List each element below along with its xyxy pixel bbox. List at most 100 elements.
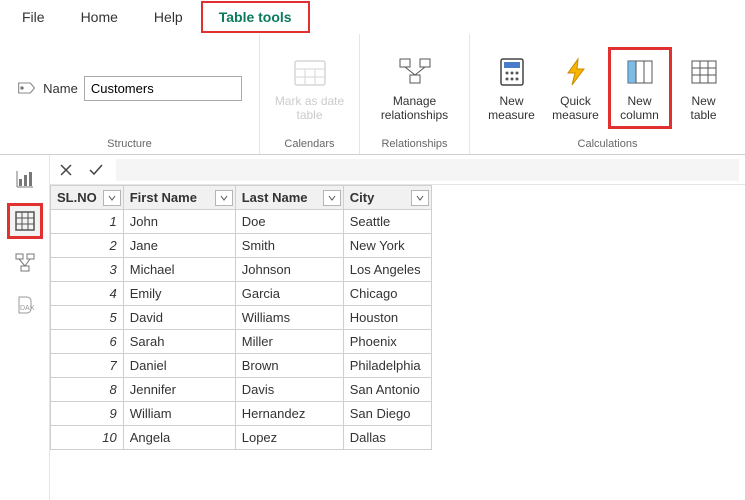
table-row[interactable]: 5DavidWilliamsHouston (51, 306, 432, 330)
table-cell[interactable]: Garcia (235, 282, 343, 306)
table-cell[interactable]: 2 (51, 234, 124, 258)
chevron-down-icon (220, 195, 228, 201)
table-row[interactable]: 6SarahMillerPhoenix (51, 330, 432, 354)
cancel-formula-button[interactable] (56, 160, 76, 180)
formula-input[interactable] (116, 159, 739, 181)
table-cell[interactable]: Jane (123, 234, 235, 258)
chevron-down-icon (416, 195, 424, 201)
table-cell[interactable]: Sarah (123, 330, 235, 354)
table-cell[interactable]: Michael (123, 258, 235, 282)
table-cell[interactable]: 5 (51, 306, 124, 330)
table-cell[interactable]: 10 (51, 426, 124, 450)
table-cell[interactable]: Houston (343, 306, 431, 330)
table-cell[interactable]: San Diego (343, 402, 431, 426)
table-row[interactable]: 8JenniferDavisSan Antonio (51, 378, 432, 402)
table-row[interactable]: 1JohnDoeSeattle (51, 210, 432, 234)
name-label: Name (43, 81, 78, 96)
table-cell[interactable]: Doe (235, 210, 343, 234)
table-cell[interactable]: Angela (123, 426, 235, 450)
table-cell[interactable]: 3 (51, 258, 124, 282)
table-cell[interactable]: David (123, 306, 235, 330)
table-row[interactable]: 7DanielBrownPhiladelphia (51, 354, 432, 378)
data-grid[interactable]: SL.NOFirst NameLast NameCity 1JohnDoeSea… (50, 185, 745, 450)
filter-dropdown-button[interactable] (411, 190, 429, 206)
manage-relationships-button[interactable]: Manage relationships (373, 50, 457, 127)
menu-home[interactable]: Home (63, 1, 136, 33)
new-column-button[interactable]: New column (608, 47, 672, 130)
new-table-label: New table (690, 94, 716, 123)
x-icon (59, 163, 73, 177)
model-view-button[interactable] (7, 245, 43, 281)
commit-formula-button[interactable] (86, 160, 106, 180)
filter-dropdown-button[interactable] (103, 190, 121, 206)
ribbon: Name Structure Mark as date table Calend… (0, 34, 745, 155)
table-cell[interactable]: 9 (51, 402, 124, 426)
table-cell[interactable]: 7 (51, 354, 124, 378)
table-cell[interactable]: Brown (235, 354, 343, 378)
table-cell[interactable]: Miller (235, 330, 343, 354)
table-cell[interactable]: John (123, 210, 235, 234)
table-column-icon (626, 54, 654, 90)
svg-text:DAX: DAX (20, 305, 35, 312)
dax-icon: DAX (14, 294, 36, 316)
new-table-button[interactable]: New table (672, 50, 736, 127)
tag-icon (17, 81, 37, 95)
table-row[interactable]: 10AngelaLopezDallas (51, 426, 432, 450)
table-cell[interactable]: 6 (51, 330, 124, 354)
new-measure-button[interactable]: New measure (480, 50, 544, 127)
table-cell[interactable]: Dallas (343, 426, 431, 450)
calendar-icon (293, 54, 327, 90)
table-row[interactable]: 2JaneSmithNew York (51, 234, 432, 258)
table-row[interactable]: 9WilliamHernandezSan Diego (51, 402, 432, 426)
table-row[interactable]: 4EmilyGarciaChicago (51, 282, 432, 306)
main-pane: SL.NOFirst NameLast NameCity 1JohnDoeSea… (50, 155, 745, 500)
table-cell[interactable]: Williams (235, 306, 343, 330)
table-cell[interactable]: 4 (51, 282, 124, 306)
table-cell[interactable]: Jennifer (123, 378, 235, 402)
ribbon-group-calculations: New measure Quick measure New column New… (470, 34, 745, 154)
column-header[interactable]: First Name (123, 186, 235, 210)
column-header[interactable]: Last Name (235, 186, 343, 210)
table-row[interactable]: 3MichaelJohnsonLos Angeles (51, 258, 432, 282)
table-cell[interactable]: 1 (51, 210, 124, 234)
quick-measure-button[interactable]: Quick measure (544, 50, 608, 127)
table-cell[interactable]: New York (343, 234, 431, 258)
relationships-icon (398, 54, 432, 90)
data-view-button[interactable] (7, 203, 43, 239)
group-label-structure: Structure (6, 136, 253, 152)
table-cell[interactable]: San Antonio (343, 378, 431, 402)
table-cell[interactable]: Hernandez (235, 402, 343, 426)
dax-view-button[interactable]: DAX (7, 287, 43, 323)
filter-dropdown-button[interactable] (323, 190, 341, 206)
table-icon (690, 54, 718, 90)
table-name-input[interactable] (84, 76, 242, 101)
table-cell[interactable]: Lopez (235, 426, 343, 450)
menu-file[interactable]: File (4, 1, 63, 33)
table-cell[interactable]: Los Angeles (343, 258, 431, 282)
menu-help[interactable]: Help (136, 1, 201, 33)
new-measure-label: New measure (488, 94, 535, 123)
mark-as-date-label: Mark as date table (275, 94, 344, 123)
table-cell[interactable]: Johnson (235, 258, 343, 282)
lightning-icon (562, 54, 590, 90)
data-table: SL.NOFirst NameLast NameCity 1JohnDoeSea… (50, 185, 432, 450)
column-header[interactable]: SL.NO (51, 186, 124, 210)
report-view-button[interactable] (7, 161, 43, 197)
table-cell[interactable]: Daniel (123, 354, 235, 378)
new-column-label: New column (620, 94, 659, 123)
ribbon-group-structure: Name Structure (0, 34, 260, 154)
table-cell[interactable]: Smith (235, 234, 343, 258)
filter-dropdown-button[interactable] (215, 190, 233, 206)
table-cell[interactable]: William (123, 402, 235, 426)
table-cell[interactable]: Phoenix (343, 330, 431, 354)
group-label-calculations: Calculations (476, 136, 739, 152)
column-header[interactable]: City (343, 186, 431, 210)
table-cell[interactable]: Emily (123, 282, 235, 306)
table-cell[interactable]: Philadelphia (343, 354, 431, 378)
table-cell[interactable]: Chicago (343, 282, 431, 306)
menu-table-tools[interactable]: Table tools (201, 1, 310, 33)
table-cell[interactable]: Seattle (343, 210, 431, 234)
table-cell[interactable]: 8 (51, 378, 124, 402)
table-cell[interactable]: Davis (235, 378, 343, 402)
mark-as-date-table-button[interactable]: Mark as date table (268, 50, 352, 127)
